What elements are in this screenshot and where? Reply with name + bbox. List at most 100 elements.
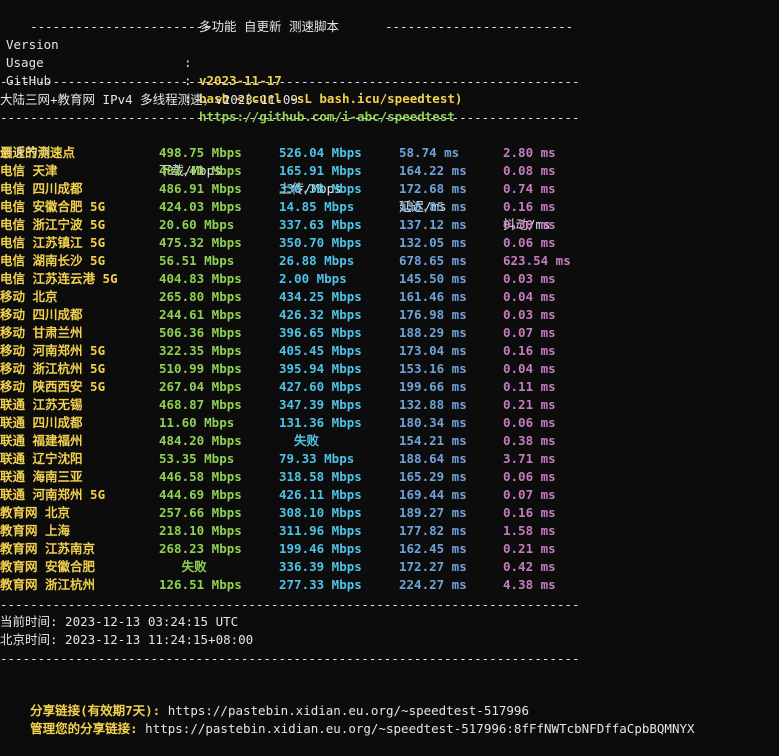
jitter-cell: 1.58 ms [503, 522, 556, 538]
latency-cell: 58.74 ms [399, 145, 460, 160]
node-cell: 电信 江苏镇江 5G [0, 234, 106, 250]
jitter-cell: 0.42 ms [503, 558, 556, 574]
upload-cell: 311.96 Mbps [279, 522, 362, 538]
node-cell: 教育网 浙江杭州 [0, 576, 96, 592]
download-cell: 484.20 Mbps [159, 432, 242, 448]
info-row-version: Version : v2023-11-17 [0, 18, 282, 88]
node-cell: 联通 河南郑州 5G [0, 486, 106, 502]
node-cell: 电信 天津 [0, 163, 58, 178]
download-cell: 468.87 Mbps [159, 396, 242, 412]
latency-cell: 165.29 ms [399, 468, 467, 484]
upload-cell: 199.46 Mbps [279, 540, 362, 556]
latency-cell: 199.66 ms [399, 378, 467, 394]
node-cell: 电信 湖南长沙 5G [0, 252, 106, 268]
latency-cell: 153.16 ms [399, 360, 467, 376]
upload-cell: 337.63 Mbps [279, 216, 362, 232]
latency-cell: 132.05 ms [399, 234, 467, 250]
node-cell: 移动 四川成都 [0, 306, 83, 322]
jitter-cell: 0.11 ms [503, 378, 556, 394]
node-cell: 联通 四川成都 [0, 414, 83, 430]
download-cell: 257.66 Mbps [159, 504, 242, 520]
manage-link-label: 管理您的分享链接: [30, 721, 138, 736]
jitter-cell: 0.21 ms [503, 396, 556, 412]
header-title: 多功能 自更新 测速脚本 [199, 19, 340, 34]
upload-cell: 2.00 Mbps [279, 270, 347, 286]
jitter-cell: 0.07 ms [503, 324, 556, 340]
manage-link-line: 管理您的分享链接: https://pastebin.xidian.eu.org… [0, 702, 694, 736]
latency-cell: 189.27 ms [399, 504, 467, 520]
test-title: 大陆三网+教育网 IPv4 多线程测速，v2023-11-09 [0, 92, 298, 107]
latency-cell: 154.21 ms [399, 432, 467, 448]
download-cell: 56.51 Mbps [159, 252, 235, 268]
node-cell: 联通 辽宁沈阳 [0, 450, 83, 466]
download-cell: 218.10 Mbps [159, 522, 242, 538]
separator: ----------------------------------------… [0, 74, 580, 89]
download-cell: 322.35 Mbps [159, 342, 242, 358]
jitter-cell: 0.38 ms [503, 432, 556, 448]
latency-cell: 176.98 ms [399, 306, 467, 322]
jitter-cell: 0.06 ms [503, 414, 556, 430]
download-cell: 498.75 Mbps [159, 145, 242, 160]
node-cell: 教育网 安徽合肥 [0, 558, 96, 574]
download-cell: 失败 [159, 558, 207, 574]
jitter-cell: 0.08 ms [503, 163, 556, 178]
download-cell: 404.83 Mbps [159, 270, 242, 286]
download-cell: 265.80 Mbps [159, 288, 242, 304]
download-cell: 267.04 Mbps [159, 378, 242, 394]
upload-cell: 426.32 Mbps [279, 306, 362, 322]
download-cell: 481.40 Mbps [159, 163, 242, 178]
upload-cell: 165.91 Mbps [279, 163, 362, 178]
jitter-cell: 0.03 ms [503, 306, 556, 322]
jitter-cell: 0.06 ms [503, 468, 556, 484]
latency-cell: 678.65 ms [399, 252, 467, 268]
upload-cell: 336.39 Mbps [279, 558, 362, 574]
upload-cell: 526.04 Mbps [279, 145, 362, 160]
upload-cell: 427.60 Mbps [279, 378, 362, 394]
download-cell: 11.60 Mbps [159, 414, 235, 430]
node-cell: 教育网 北京 [0, 504, 71, 520]
download-cell: 424.03 Mbps [159, 198, 242, 214]
node-cell: 联通 海南三亚 [0, 468, 83, 484]
info-colon: : [184, 55, 192, 70]
upload-cell: 14.85 Mbps [279, 198, 355, 214]
latency-cell: 132.88 ms [399, 396, 467, 412]
download-cell: 53.35 Mbps [159, 450, 235, 466]
jitter-cell: 0.07 ms [503, 486, 556, 502]
jitter-cell: 0.03 ms [503, 270, 556, 286]
download-cell: 268.23 Mbps [159, 540, 242, 556]
latency-cell: 137.12 ms [399, 216, 467, 232]
node-cell: 电信 四川成都 [0, 181, 83, 196]
upload-cell: 347.39 Mbps [279, 396, 362, 412]
upload-cell: 26.88 Mbps [279, 252, 355, 268]
node-cell: 联通 江苏无锡 [0, 396, 83, 412]
latency-cell: 188.29 ms [399, 324, 467, 340]
terminal-window: ------------------------ 多功能 自更新 测速脚本 ----… [0, 0, 779, 736]
node-cell: 移动 河南郑州 5G [0, 342, 106, 358]
latency-cell: 188.64 ms [399, 450, 467, 466]
latency-cell: 164.22 ms [399, 163, 467, 178]
node-cell: 联通 福建福州 [0, 432, 83, 448]
jitter-cell: 0.16 ms [503, 504, 556, 520]
info-row-usage: Usage : bash <(curl -sL bash.icu/speedte… [0, 36, 462, 106]
latency-cell: 172.27 ms [399, 558, 467, 574]
current-time: 当前时间: 2023-12-13 03:24:15 UTC [0, 614, 239, 629]
upload-cell: 434.25 Mbps [279, 288, 362, 304]
download-cell: 126.51 Mbps [159, 576, 242, 592]
jitter-cell: 0.16 ms [503, 198, 556, 214]
node-cell: 教育网 上海 [0, 522, 71, 538]
latency-cell: 173.04 ms [399, 342, 467, 358]
separator: ----------------------------------------… [0, 651, 580, 666]
manage-link-url[interactable]: https://pastebin.xidian.eu.org/~speedtes… [138, 721, 694, 736]
header-line: ------------------------ 多功能 自更新 测速脚本 ----… [0, 0, 573, 34]
beijing-time: 北京时间: 2023-12-13 11:24:15+08:00 [0, 632, 254, 647]
upload-cell: 79.33 Mbps [279, 450, 355, 466]
upload-cell: 277.33 Mbps [279, 576, 362, 592]
upload-cell: 426.11 Mbps [279, 486, 362, 502]
upload-cell: 131.36 Mbps [279, 414, 362, 430]
download-cell: 486.91 Mbps [159, 181, 242, 196]
upload-cell: 失败 [279, 432, 320, 448]
node-cell: 教育网 江苏南京 [0, 540, 96, 556]
download-cell: 446.58 Mbps [159, 468, 242, 484]
upload-cell: 405.45 Mbps [279, 342, 362, 358]
upload-cell: 318.58 Mbps [279, 468, 362, 484]
